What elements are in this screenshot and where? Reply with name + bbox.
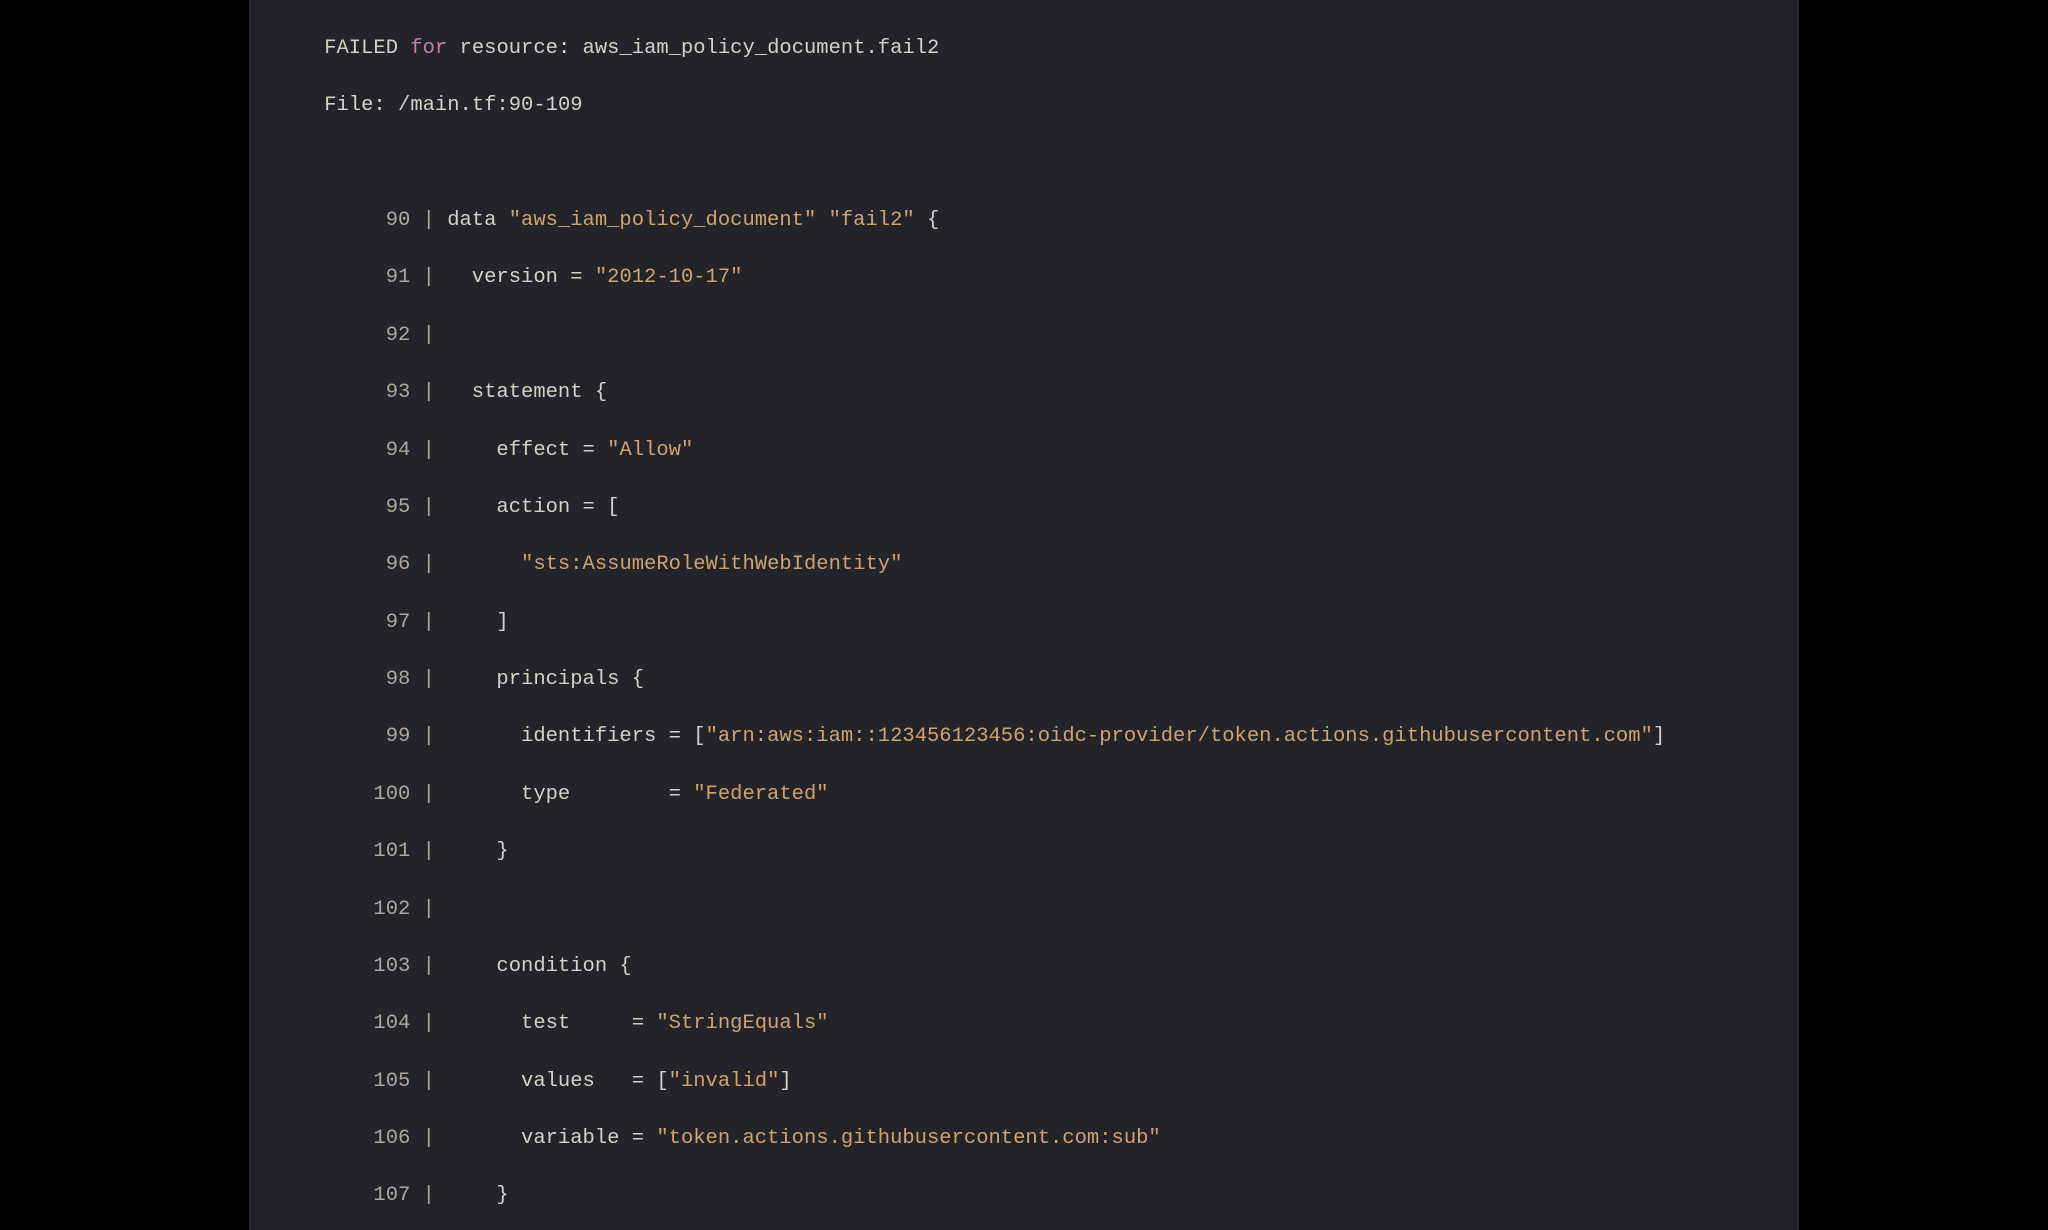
gutter-separator: | [410,324,435,347]
line-number: 103 [373,953,410,982]
check-prefix: Check: CKV_AWS_358: [275,0,521,3]
code-line: 100 | type = "Federated" [275,781,1773,810]
line-number: 98 [373,666,410,695]
code-line: 103 | condition { [275,953,1773,982]
line-number: 99 [373,723,410,752]
code-token: "aws_iam_policy_document" "fail2" [509,209,915,232]
code-line: 99 | identifiers = ["arn:aws:iam::123456… [275,723,1773,752]
code-token [435,553,521,576]
code-token: } [435,1184,509,1207]
code-line: 107 | } [275,1182,1773,1211]
code-token: statement { [435,381,607,404]
gutter-separator: | [410,496,435,519]
code-line: 102 | [275,896,1773,925]
line-number: 94 [373,437,410,466]
gutter-separator: | [410,381,435,404]
line-number: 91 [373,264,410,293]
gutter-separator: | [410,1127,435,1150]
code-token: "Federated" [693,783,828,806]
code-token: "2012-10-17" [595,266,743,289]
code-token: version = [435,266,595,289]
code-token: type = [435,783,693,806]
code-line: 90 | data "aws_iam_policy_document" "fai… [275,207,1773,236]
gutter-separator: | [410,898,435,921]
line-number: 107 [373,1182,410,1211]
line-number: 105 [373,1068,410,1097]
code-line: 101 | } [275,838,1773,867]
line-number: 95 [373,494,410,523]
code-token: ] [779,1070,791,1093]
gutter-separator: | [410,611,435,634]
line-number: 106 [373,1125,410,1154]
gutter-separator: | [410,209,435,232]
gutter-separator: | [410,266,435,289]
failed-line: FAILED for resource: aws_iam_policy_docu… [275,35,1773,64]
stage: # Doing it wrong Check: CKV_AWS_358: "En… [0,0,2048,1230]
failed-post: resource: aws_iam_policy_document.fail2 [447,37,939,60]
code-token: effect = [435,439,607,462]
failed-pre: FAILED [324,37,410,60]
code-token: { [915,209,940,232]
line-number: 97 [373,609,410,638]
line-number: 101 [373,838,410,867]
code-token: variable = [435,1127,656,1150]
gutter-separator: | [410,1070,435,1093]
gutter-separator: | [410,553,435,576]
gutter-separator: | [410,783,435,806]
gutter-separator: | [410,955,435,978]
code-token: condition { [435,955,632,978]
code-token: ] [1653,725,1665,748]
line-number: 104 [373,1010,410,1039]
code-line: 105 | values = ["invalid"] [275,1068,1773,1097]
code-token: values = [ [435,1070,669,1093]
code-line: 97 | ] [275,609,1773,638]
code-token: action = [ [435,496,620,519]
code-line: 93 | statement { [275,379,1773,408]
code-token: "StringEquals" [656,1012,828,1035]
line-number: 92 [373,322,410,351]
code-token: } [435,840,509,863]
code-token: data [435,209,509,232]
code-line: 96 | "sts:AssumeRoleWithWebIdentity" [275,551,1773,580]
code-token: identifiers = [ [435,725,706,748]
code-line: 94 | effect = "Allow" [275,437,1773,466]
code-line: 91 | version = "2012-10-17" [275,264,1773,293]
code-token: ] [435,611,509,634]
code-line: 92 | [275,322,1773,351]
code-line: 95 | action = [ [275,494,1773,523]
code-token: "sts:AssumeRoleWithWebIdentity" [521,553,902,576]
failed-for-keyword: for [410,37,447,60]
code-line: 106 | variable = "token.actions.githubus… [275,1125,1773,1154]
code-block: 90 | data "aws_iam_policy_document" "fai… [275,207,1773,1230]
line-number: 96 [373,551,410,580]
gutter-separator: | [410,668,435,691]
line-number: 102 [373,896,410,925]
check-description: "Ensure GitHub Actions OIDC trust polici… [521,0,1727,3]
line-number: 90 [373,207,410,236]
gutter-separator: | [410,1012,435,1035]
check-line: Check: CKV_AWS_358: "Ensure GitHub Actio… [275,0,1773,6]
code-token: "invalid" [669,1070,780,1093]
terminal-content: # Doing it wrong Check: CKV_AWS_358: "En… [249,0,1799,1230]
gutter-separator: | [410,439,435,462]
gutter-separator: | [410,725,435,748]
code-token: "token.actions.githubusercontent.com:sub… [656,1127,1160,1150]
code-token: "Allow" [607,439,693,462]
line-number: 100 [373,781,410,810]
code-token: test = [435,1012,656,1035]
gutter-separator: | [410,1184,435,1207]
code-line: 98 | principals { [275,666,1773,695]
code-line: 104 | test = "StringEquals" [275,1010,1773,1039]
code-token: principals { [435,668,644,691]
gutter-separator: | [410,840,435,863]
terminal-window: # Doing it wrong Check: CKV_AWS_358: "En… [249,0,1799,1230]
line-number: 93 [373,379,410,408]
file-line: File: /main.tf:90-109 [275,92,1773,121]
blank-line [275,150,1773,179]
code-token: "arn:aws:iam::123456123456:oidc-provider… [706,725,1653,748]
